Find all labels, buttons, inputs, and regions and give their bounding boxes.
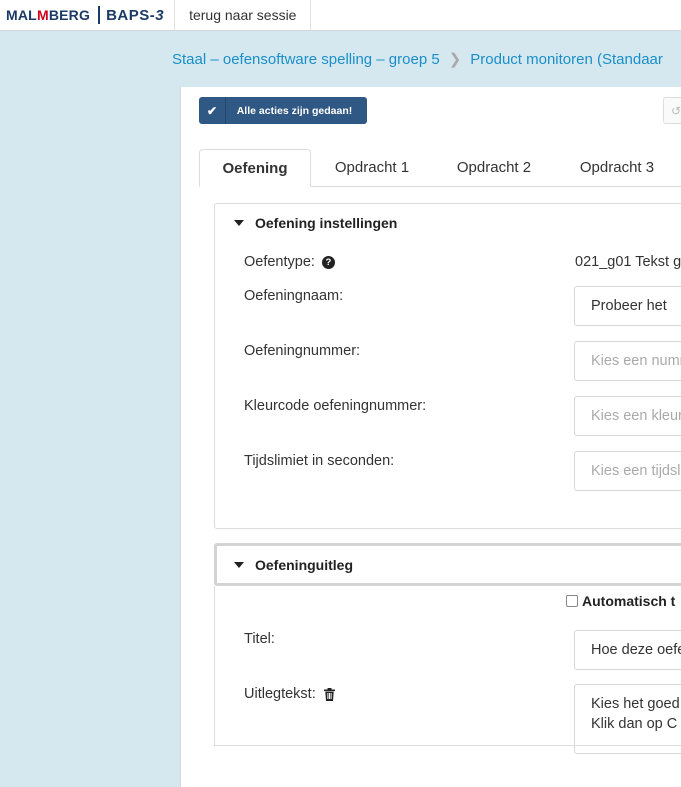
chevron-right-icon: ❯ [448, 51, 462, 68]
breadcrumb: Staal – oefensoftware spelling – groep 5… [172, 50, 663, 68]
malmberg-logo: MALMBERG [6, 7, 91, 23]
title-label: Titel: [244, 631, 275, 647]
section-title: Oefening instellingen [255, 215, 398, 231]
color-code-label: Kleurcode oefeningnummer: [244, 398, 427, 414]
tab-opdracht-1[interactable]: Opdracht 1 [316, 149, 428, 186]
question-circle-icon[interactable]: ? [321, 255, 335, 269]
auto-checkbox-label: Automatisch t [582, 593, 676, 609]
checkbox-icon[interactable] [566, 595, 578, 607]
exercise-name-label: Oefeningnaam: [244, 288, 344, 304]
exercise-settings-toggle[interactable]: Oefening instellingen [234, 215, 397, 231]
time-limit-label: Tijdslimiet in seconden: [244, 453, 395, 469]
explanation-text-line: Kies het goed [591, 696, 680, 712]
tab-oefening[interactable]: Oefening [199, 149, 311, 187]
check-icon: ✔ [199, 97, 226, 124]
caret-down-icon [234, 562, 244, 568]
color-code-input[interactable]: Kies een kleur [574, 396, 681, 436]
exercise-number-label: Oefeningnummer: [244, 343, 361, 359]
explanation-text-line: Klik dan op C [591, 716, 678, 732]
section-title: Oefeninguitleg [255, 557, 353, 573]
exercise-type-label: Oefentype: ? [244, 254, 335, 270]
exercise-type-value: 021_g01 Tekst g [575, 254, 681, 270]
undo-icon: ↺ [671, 103, 681, 118]
tab-opdracht-2[interactable]: Opdracht 2 [438, 149, 550, 186]
explanation-text-input[interactable]: Kies het goed Klik dan op C [574, 684, 681, 754]
breadcrumb-item-product[interactable]: Product monitoren (Standaar [470, 51, 663, 68]
brand-divider [98, 6, 101, 24]
undo-button[interactable]: ↺ [663, 97, 681, 124]
title-input[interactable]: Hoe deze oefe [574, 630, 681, 670]
auto-checkbox[interactable]: Automatisch t [566, 593, 675, 609]
exercise-explanation-toggle[interactable]: Oefeninguitleg [234, 557, 353, 573]
back-to-session-link[interactable]: terug naar sessie [175, 0, 312, 30]
baps-logo: BAPS-3 [106, 6, 165, 24]
exercise-name-input[interactable]: Probeer het [574, 286, 681, 326]
trash-icon[interactable] [323, 687, 335, 701]
exercise-number-input[interactable]: Kies een numm [574, 341, 681, 381]
caret-down-icon [234, 220, 244, 226]
tab-opdracht-3[interactable]: Opdracht 3 [561, 149, 673, 186]
time-limit-input[interactable]: Kies een tijdsl [574, 451, 681, 491]
all-actions-done-button[interactable]: ✔ Alle acties zijn gedaan! [199, 97, 367, 124]
brand-logo: MALMBERG BAPS-3 [0, 0, 176, 30]
breadcrumb-item-course[interactable]: Staal – oefensoftware spelling – groep 5 [172, 51, 440, 68]
explanation-text-label: Uitlegtekst: [244, 686, 335, 702]
status-button-label: Alle acties zijn gedaan! [236, 104, 353, 117]
top-bar: MALMBERG BAPS-3 terug naar sessie [0, 0, 681, 31]
